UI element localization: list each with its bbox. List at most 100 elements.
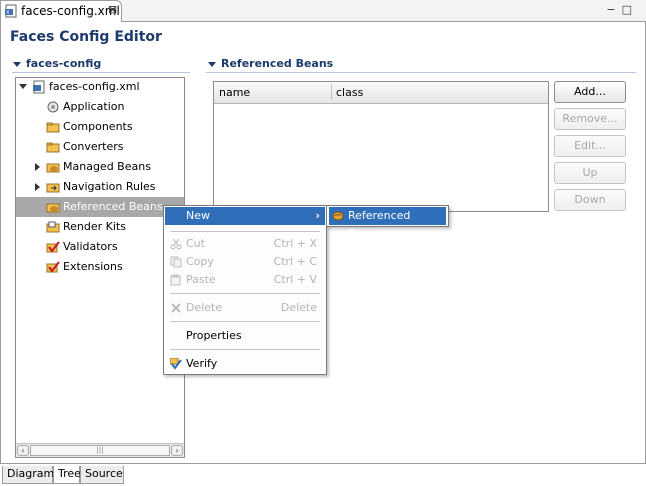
tree-item-label: Render Kits [63,220,126,233]
check-icon [46,241,60,253]
tree-item-label: Application [63,100,125,113]
menu-item-label: Paste [186,273,216,286]
copy-icon [170,256,182,268]
svg-text:X: X [6,10,10,16]
tree-item-label: Navigation Rules [63,180,156,193]
scroll-thumb[interactable]: ||| [30,445,170,456]
column-divider[interactable] [331,84,332,100]
menu-separator [170,293,320,294]
menu-item-label: New [186,209,210,222]
tree-item-label: faces-config.xml [49,80,140,93]
xml-file-icon [33,80,45,94]
paste-icon [170,274,181,286]
down-button[interactable]: Down [554,189,626,211]
verify-icon [170,358,182,370]
menu-item-label: Cut [186,237,205,250]
menu-item-label: Verify [186,357,218,370]
menu-item-shortcut: Ctrl + V [273,273,317,286]
referenced-beans-table[interactable]: name class [213,81,549,212]
menu-item-shortcut: Ctrl + X [273,237,317,250]
submenu-arrow-icon: › [315,209,320,222]
tree-item-validators[interactable]: Validators [16,237,184,257]
section-header-faces-config[interactable]: faces-config [13,57,101,70]
tab-diagram[interactable]: Diagram [2,466,54,484]
section-divider [12,72,190,73]
xml-file-icon: X [5,4,17,18]
folder-icon [46,122,60,133]
close-icon[interactable]: ⊠ [108,3,117,16]
up-button[interactable]: Up [554,162,626,184]
section-title: faces-config [26,57,102,70]
tree-item-components[interactable]: Components [16,117,184,137]
table-header: name class [214,82,548,104]
render-kit-icon [46,221,60,233]
bean-icon [332,211,344,221]
section-divider [206,72,636,73]
expand-toggle-icon[interactable] [35,163,40,171]
tree-item-label: Validators [63,240,118,253]
tree-item-extensions[interactable]: Extensions [16,257,184,277]
menu-item-new[interactable]: New › [165,207,325,225]
column-header-name[interactable]: name [219,86,250,99]
menu-item-label: Properties [186,329,242,342]
beans-icon [46,163,60,173]
editor-tab-faces-config[interactable]: X faces-config.xml ⊠ [0,0,122,22]
column-header-class[interactable]: class [336,86,363,99]
tree-item-label: Extensions [63,260,123,273]
section-title: Referenced Beans [221,57,334,70]
menu-item-referenced-bean[interactable]: Referenced Bean... [329,207,446,240]
tree-item-label: Managed Beans [63,160,151,173]
application-icon [47,101,59,113]
tree-item-label: Converters [63,140,124,153]
expand-toggle-icon[interactable] [35,183,40,191]
minimize-icon[interactable]: − [606,3,621,16]
menu-item-shortcut: Ctrl + C [273,255,317,268]
editor-tab-label: faces-config.xml [21,4,120,18]
menu-item-copy[interactable]: Copy Ctrl + C [165,253,325,271]
folder-icon [46,142,60,153]
window-controls: −□ [606,3,638,16]
scroll-left-icon[interactable]: ‹ [17,445,29,456]
beans-icon [46,203,60,213]
page-title: Faces Config Editor [10,29,162,45]
menu-separator [170,321,320,322]
menu-item-label: Copy [186,255,214,268]
menu-item-verify[interactable]: Verify [165,355,325,373]
menu-item-shortcut: Delete [280,301,317,314]
context-menu: New › Cut Ctrl + X Copy Ctrl + C Paste C… [163,205,327,375]
scissors-icon [170,238,182,250]
remove-button[interactable]: Remove... [554,108,626,130]
menu-item-delete[interactable]: Delete Delete [165,299,325,317]
navigation-icon [46,183,60,193]
tree-item-converters[interactable]: Converters [16,137,184,157]
collapse-icon [208,61,216,67]
tree-item-root[interactable]: faces-config.xml [16,77,184,97]
menu-item-cut[interactable]: Cut Ctrl + X [165,235,325,253]
tree-item-label: Referenced Beans [63,200,163,213]
tab-source[interactable]: Source [80,466,124,484]
maximize-icon[interactable]: □ [622,3,638,16]
tab-tree[interactable]: Tree [53,466,81,484]
menu-item-properties[interactable]: Properties [165,327,325,345]
tree-item-label: Components [63,120,133,133]
edit-button[interactable]: Edit... [554,135,626,157]
tree-item-application[interactable]: Application [16,97,184,117]
tree-item-navigation-rules[interactable]: Navigation Rules [16,177,184,197]
menu-item-label: Referenced Bean... [348,209,411,240]
new-submenu: Referenced Bean... [326,205,449,240]
add-button[interactable]: Add... [554,81,626,103]
menu-item-paste[interactable]: Paste Ctrl + V [165,271,325,289]
collapse-icon [13,61,21,67]
delete-icon [171,303,181,313]
menu-item-label: Delete [186,301,223,314]
menu-separator [170,349,320,350]
tree-item-render-kits[interactable]: Render Kits [16,217,184,237]
expand-toggle-icon[interactable] [19,84,27,89]
section-header-referenced-beans[interactable]: Referenced Beans [208,57,333,70]
tree-item-managed-beans[interactable]: Managed Beans [16,157,184,177]
menu-separator [170,231,320,232]
check-icon [46,261,60,273]
scroll-right-icon[interactable]: › [171,445,183,456]
tree-item-referenced-beans[interactable]: Referenced Beans [16,197,184,217]
horizontal-scrollbar[interactable]: ‹ ||| › [16,443,184,457]
